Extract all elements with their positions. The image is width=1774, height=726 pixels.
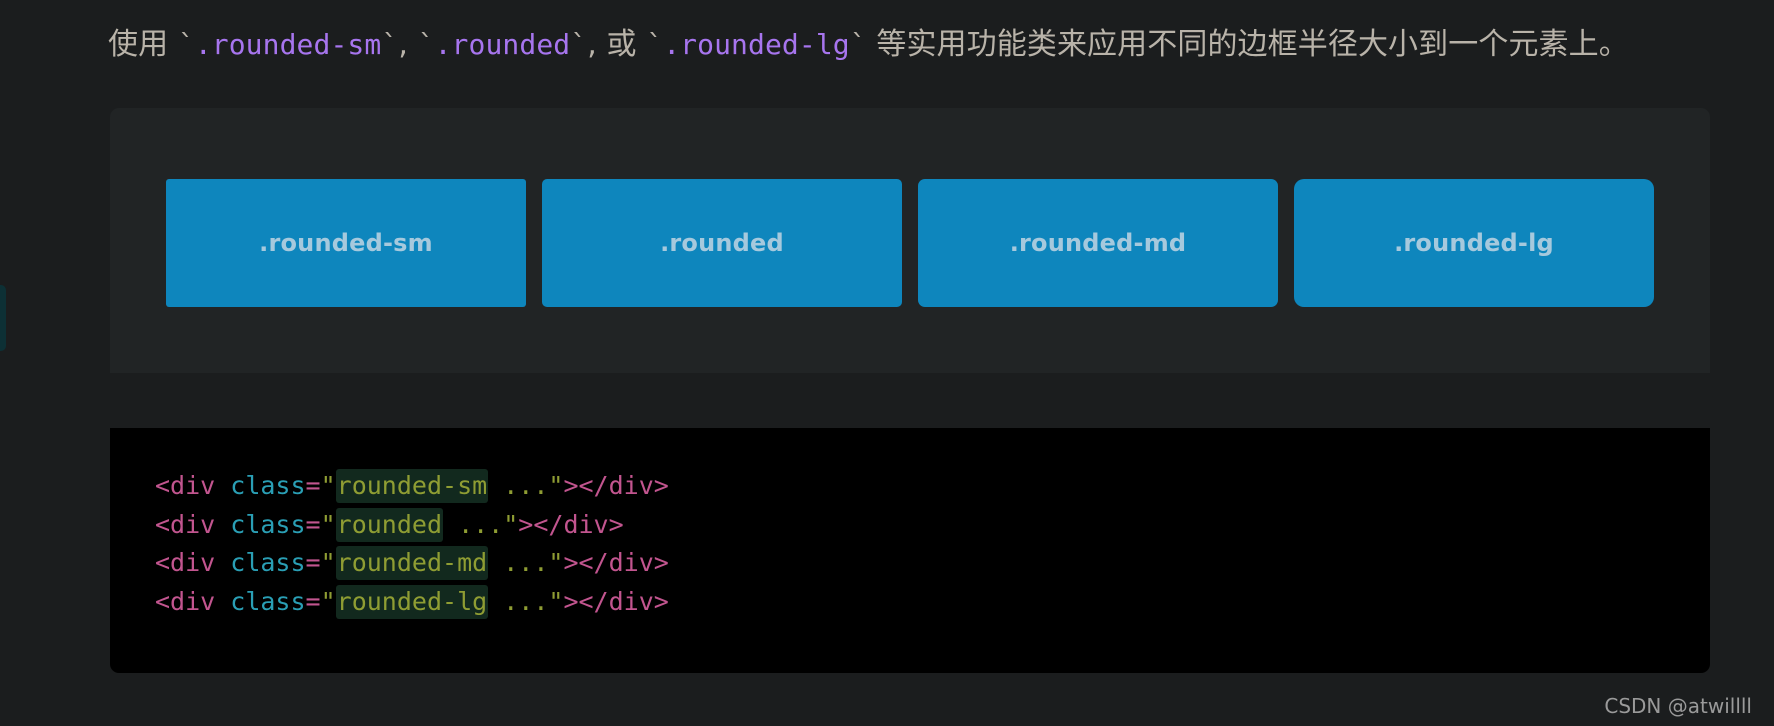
demo-box-label: .rounded <box>660 229 784 257</box>
description-suffix: 等实用功能类来应用不同的边框半径大小到一个元素上。 <box>866 27 1629 62</box>
preview-panel: .rounded-sm .rounded .rounded-md .rounde… <box>110 108 1710 373</box>
code-ellipsis: ... <box>443 509 504 539</box>
code-close-tag: ></div> <box>563 586 669 616</box>
code-attr-name: class <box>230 586 306 616</box>
code-quote-open: " <box>320 509 336 539</box>
code-highlighted-class: rounded-sm <box>335 469 489 503</box>
code-line: <div class="rounded-sm ..."></div> <box>155 467 1710 506</box>
code-quote-close: " <box>503 509 519 539</box>
code-attr-name: class <box>230 509 306 539</box>
code-close-tag: ></div> <box>563 548 669 577</box>
page-description: 使用 `.rounded-sm`, `.rounded`, 或 `.rounde… <box>108 23 1744 67</box>
backtick-close-2: ` <box>570 28 588 61</box>
description-sep-1: , <box>398 27 418 62</box>
code-quote-close: " <box>548 586 564 616</box>
code-highlighted-class: rounded-md <box>335 546 489 580</box>
code-equals: = <box>305 548 321 577</box>
demo-box-label: .rounded-md <box>1009 229 1187 257</box>
demo-box-rounded-md: .rounded-md <box>918 179 1278 307</box>
demo-box-label: .rounded-lg <box>1394 229 1554 257</box>
demo-box-rounded-lg: .rounded-lg <box>1294 179 1654 307</box>
code-highlighted-class: rounded <box>335 507 444 542</box>
demo-box-rounded: .rounded <box>542 179 902 307</box>
code-close-tag: ></div> <box>563 471 669 500</box>
code-quote-close: " <box>548 471 564 500</box>
code-quote-close: " <box>548 548 564 577</box>
code-ellipsis: ... <box>488 548 549 577</box>
code-ellipsis: ... <box>488 586 549 616</box>
demo-box-label: .rounded-sm <box>259 229 433 257</box>
code-snippet-block[interactable]: <div class="rounded-sm ..."></div> <div c… <box>110 428 1710 673</box>
description-sep-2: , 或 <box>587 27 647 62</box>
inline-code-rounded: .rounded <box>434 28 571 61</box>
code-open-tag: <div <box>155 471 231 500</box>
code-line: <div class="rounded ..."></div> <box>155 506 1710 545</box>
code-line: <div class="rounded-lg ..."></div> <box>155 583 1710 622</box>
code-quote-open: " <box>320 586 336 616</box>
code-attr-name: class <box>230 471 306 500</box>
backtick-close-1: ` <box>381 28 399 61</box>
code-close-tag: ></div> <box>518 509 624 539</box>
watermark: CSDN @atwillll <box>1604 694 1752 718</box>
backtick-close-3: ` <box>849 28 867 61</box>
code-quote-open: " <box>320 471 336 500</box>
code-quote-open: " <box>320 548 336 577</box>
inline-code-rounded-lg: .rounded-lg <box>663 28 850 61</box>
code-open-tag: <div <box>155 509 231 539</box>
code-equals: = <box>305 471 321 500</box>
inline-code-rounded-sm: .rounded-sm <box>194 28 382 61</box>
code-open-tag: <div <box>155 548 231 577</box>
edge-tab-sliver <box>0 285 6 351</box>
backtick-open-1: ` <box>177 28 195 61</box>
code-equals: = <box>305 586 321 616</box>
code-equals: = <box>305 509 321 539</box>
code-ellipsis: ... <box>488 471 549 500</box>
backtick-open-2: ` <box>417 28 435 61</box>
code-attr-name: class <box>230 548 306 577</box>
code-highlighted-class: rounded-lg <box>335 584 489 619</box>
code-open-tag: <div <box>155 586 231 616</box>
demo-box-rounded-sm: .rounded-sm <box>166 179 526 307</box>
code-line: <div class="rounded-md ..."></div> <box>155 544 1710 583</box>
description-prefix: 使用 <box>108 27 178 62</box>
backtick-open-3: ` <box>646 28 664 61</box>
demo-box-row: .rounded-sm .rounded .rounded-md .rounde… <box>166 179 1654 307</box>
